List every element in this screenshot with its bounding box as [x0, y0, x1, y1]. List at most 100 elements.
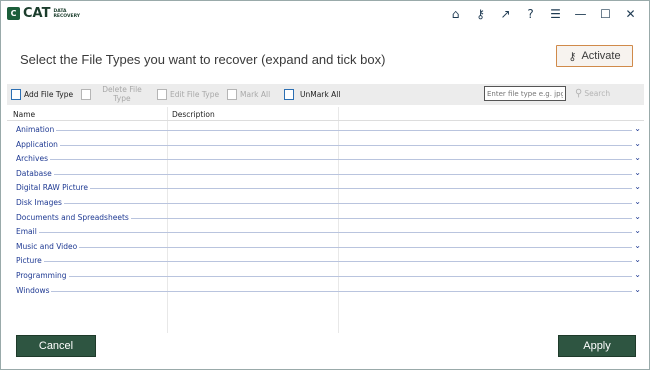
add-file-type-label: Add File Type [24, 90, 74, 99]
logo-subtitle: DATA RECOVERY [53, 8, 81, 19]
minimize-button[interactable]: — [568, 4, 593, 24]
delete-file-type-label: Delete File Type [102, 85, 142, 103]
delete-file-type-button[interactable]: Delete File Type [81, 84, 144, 105]
window-controls: ⌂ ⚷ ↗? ☰ — ☐ ✕ [443, 4, 643, 24]
table-row[interactable]: Application ⌄ [7, 137, 644, 152]
chevron-down-icon[interactable]: ⌄ [632, 182, 641, 192]
row-label[interactable]: Programming [16, 270, 69, 280]
chevron-down-icon[interactable]: ⌄ [632, 167, 641, 177]
row-label[interactable]: Animation [16, 125, 57, 134]
table-row[interactable]: Windows ⌄ [7, 283, 644, 298]
maximize-icon: ☐ [600, 7, 611, 21]
help-button[interactable]: ? [518, 4, 543, 24]
row-divider [16, 144, 636, 146]
mark-all-label: Mark All [240, 90, 271, 99]
table-row[interactable]: Documents and Spreadsheets ⌄ [7, 210, 644, 225]
table-row[interactable]: Picture ⌄ [7, 253, 644, 268]
table-row[interactable]: Database ⌄ [7, 166, 644, 181]
close-button[interactable]: ✕ [618, 4, 643, 24]
table-row[interactable]: Disk Images ⌄ [7, 195, 644, 210]
table-header: Name Description [7, 107, 644, 121]
chevron-down-icon[interactable]: ⌄ [632, 138, 641, 148]
page-title: Select the File Types you want to recove… [20, 52, 386, 67]
home-icon: ⌂ [451, 7, 460, 21]
logo-text: CAT [23, 6, 51, 21]
chevron-down-icon[interactable]: ⌄ [632, 124, 641, 133]
row-label[interactable]: Picture [16, 256, 44, 266]
unmark-all-button[interactable]: UnMark All [284, 84, 340, 105]
edit-file-icon [157, 89, 167, 100]
arrow-up-right-button[interactable]: ↗ [493, 4, 518, 24]
chevron-down-icon[interactable]: ⌄ [632, 269, 641, 279]
arrow-up-right-icon: ↗ [500, 7, 511, 21]
row-label[interactable]: Email [16, 227, 39, 237]
chevron-down-icon[interactable]: ⌄ [632, 153, 641, 163]
checkbox-checked-icon [227, 89, 237, 100]
row-divider [16, 202, 636, 204]
row-label[interactable]: Windows [16, 285, 52, 295]
file-type-search-input[interactable] [484, 86, 566, 101]
cancel-button[interactable]: Cancel [16, 335, 96, 357]
edit-file-type-button[interactable]: Edit File Type [157, 84, 219, 105]
table-row[interactable]: Email ⌄ [7, 224, 644, 239]
row-label[interactable]: Documents and Spreadsheets [16, 212, 131, 222]
row-divider [16, 290, 636, 292]
apply-button[interactable]: Apply [558, 335, 636, 357]
chevron-down-icon[interactable]: ⌄ [632, 284, 641, 294]
search-label: Search [584, 89, 611, 98]
row-divider [16, 275, 636, 277]
row-label[interactable]: Database [16, 168, 54, 178]
unmark-all-label: UnMark All [300, 90, 341, 99]
table-row[interactable]: Archives ⌄ [7, 151, 644, 166]
search-icon: ⚲ [575, 88, 583, 99]
table-row[interactable]: Music and Video ⌄ [7, 239, 644, 254]
home-button[interactable]: ⌂ [443, 4, 468, 24]
maximize-button[interactable]: ☐ [593, 4, 618, 24]
row-divider [16, 188, 636, 190]
logo-mark: C [7, 7, 20, 20]
delete-file-icon [81, 89, 91, 100]
menu-button[interactable]: ☰ [543, 4, 568, 24]
row-label[interactable]: Application [16, 139, 60, 149]
activate-label: Activate [581, 50, 621, 62]
footer: Cancel Apply [1, 333, 649, 369]
column-header-description[interactable]: Description [172, 110, 215, 119]
row-divider [16, 246, 636, 248]
row-label[interactable]: Disk Images [16, 197, 64, 207]
chevron-down-icon[interactable]: ⌄ [632, 240, 641, 250]
minimize-icon: — [574, 7, 587, 21]
key-button[interactable]: ⚷ [468, 4, 493, 24]
column-header-name[interactable]: Name [13, 110, 35, 119]
checkbox-x-icon [284, 89, 294, 100]
chevron-down-icon[interactable]: ⌄ [632, 211, 641, 221]
file-types-table: Name Description Animation ⌄ Application ⌄ A… [7, 107, 644, 333]
row-label[interactable]: Archives [16, 154, 50, 164]
row-divider [16, 173, 636, 175]
row-label[interactable]: Music and Video [16, 241, 80, 251]
row-divider [16, 130, 636, 131]
table-body: Animation ⌄ Application ⌄ Archives ⌄ Database ⌄… [7, 122, 644, 297]
chevron-down-icon[interactable]: ⌄ [632, 255, 641, 265]
close-icon: ✕ [625, 7, 636, 21]
search-button[interactable]: ⚲ Search [575, 88, 610, 99]
edit-file-type-label: Edit File Type [170, 90, 220, 99]
chevron-down-icon[interactable]: ⌄ [632, 226, 641, 236]
add-file-icon [11, 89, 21, 100]
row-label[interactable]: Digital RAW Picture [16, 183, 90, 193]
header: Select the File Types you want to recove… [1, 28, 649, 81]
title-bar: C CAT DATA RECOVERY ⌂ ⚷ ↗? ☰ — ☐ ✕ [1, 1, 649, 28]
row-divider [16, 261, 636, 263]
add-file-type-button[interactable]: Add File Type [11, 84, 73, 105]
mark-all-button[interactable]: Mark All [227, 84, 270, 105]
key-icon: ⚷ [476, 7, 485, 21]
row-divider [16, 232, 636, 234]
toolbar: Add File Type Delete File Type Edit File… [7, 84, 644, 105]
app-logo: C CAT DATA RECOVERY [7, 6, 87, 21]
table-row[interactable]: Digital RAW Picture ⌄ [7, 180, 644, 195]
key-icon: ⚷ [568, 50, 577, 63]
activate-button[interactable]: ⚷ Activate [556, 45, 633, 67]
table-row[interactable]: Animation ⌄ [7, 122, 644, 137]
chevron-down-icon[interactable]: ⌄ [632, 196, 641, 206]
table-row[interactable]: Programming ⌄ [7, 268, 644, 283]
menu-icon: ☰ [550, 7, 561, 21]
